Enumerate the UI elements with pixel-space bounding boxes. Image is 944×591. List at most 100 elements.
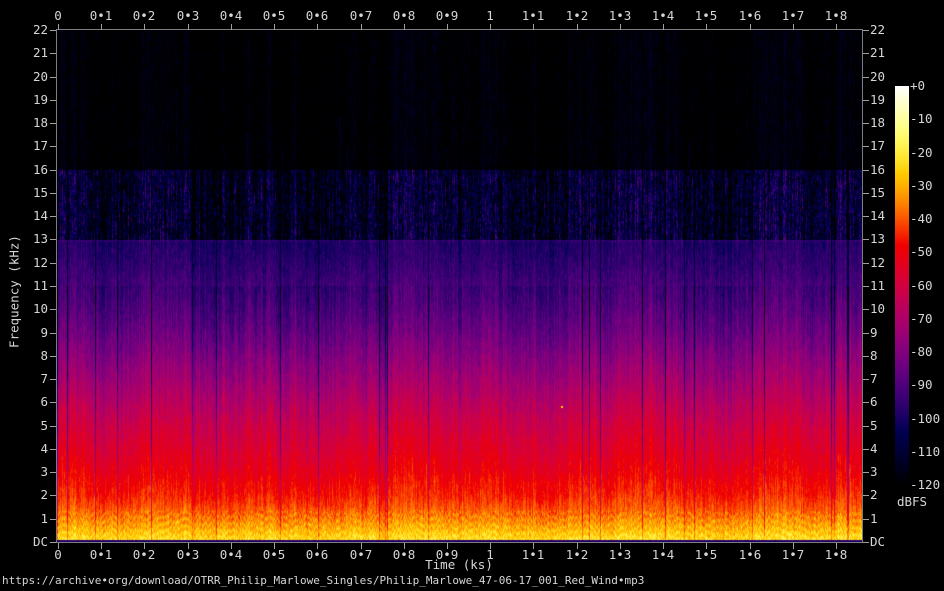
y-tick-label-left: 2	[40, 487, 48, 502]
x-tick-top	[663, 24, 664, 30]
colorbar-tick-label: -60	[910, 278, 933, 293]
colorbar-tick-label: -110	[910, 444, 941, 459]
x-tick-top	[361, 24, 362, 30]
x-tick-label-top: 1•1	[521, 8, 545, 23]
y-tick-label-right: DC	[870, 534, 886, 549]
y-tick-left	[50, 216, 56, 217]
y-tick-label-right: 8	[870, 348, 878, 363]
y-tick-left	[50, 356, 56, 357]
y-tick-left	[50, 53, 56, 54]
y-tick-right	[863, 519, 869, 520]
y-tick-label-left: 19	[32, 92, 48, 107]
x-tick-top	[620, 24, 621, 30]
y-tick-label-left: 4	[40, 441, 48, 456]
y-tick-label-right: 16	[870, 162, 886, 177]
x-tick-label-bottom: 1•8	[824, 547, 848, 562]
y-tick-left	[50, 402, 56, 403]
x-tick-label-top: 1•7	[781, 8, 805, 23]
x-tick-label-bottom: 0•7	[349, 547, 373, 562]
x-tick-label-bottom: 0•6	[305, 547, 329, 562]
source-url: https://archive•org/download/OTRR_Philip…	[2, 574, 645, 587]
y-tick-right	[863, 426, 869, 427]
x-tick-label-top: 1•5	[694, 8, 718, 23]
x-tick-label-top: 1•2	[565, 8, 589, 23]
y-tick-left	[50, 100, 56, 101]
x-tick-label-bottom: 1•4	[651, 547, 675, 562]
y-tick-label-left: 22	[32, 22, 48, 37]
y-tick-label-right: 21	[870, 45, 886, 60]
y-tick-label-right: 15	[870, 185, 886, 200]
y-tick-left	[50, 333, 56, 334]
y-tick-left	[50, 519, 56, 520]
x-axis-title: Time (ks)	[425, 557, 493, 572]
colorbar	[895, 86, 909, 485]
x-tick-label-top: 1	[486, 8, 494, 23]
colorbar-tick-label: -70	[910, 311, 933, 326]
y-tick-left	[50, 472, 56, 473]
y-tick-label-right: 19	[870, 92, 886, 107]
y-tick-label-right: 2	[870, 487, 878, 502]
colorbar-tick-label: -90	[910, 377, 933, 392]
colorbar-tick-label: -50	[910, 244, 933, 259]
y-tick-label-left: DC	[32, 534, 48, 549]
y-tick-label-left: 15	[32, 185, 48, 200]
x-tick-top	[231, 24, 232, 30]
x-tick-label-top: 0•1	[89, 8, 113, 23]
y-tick-label-left: 5	[40, 418, 48, 433]
y-tick-label-right: 13	[870, 231, 886, 246]
x-tick-label-top: 1•3	[608, 8, 632, 23]
y-tick-label-right: 9	[870, 325, 878, 340]
y-tick-left	[50, 449, 56, 450]
colorbar-tick-label: -80	[910, 344, 933, 359]
y-tick-left	[50, 146, 56, 147]
y-tick-label-left: 3	[40, 464, 48, 479]
colorbar-title: dBFS	[896, 494, 928, 509]
y-tick-right	[863, 286, 869, 287]
x-tick-top	[317, 24, 318, 30]
y-tick-right	[863, 216, 869, 217]
y-tick-left	[50, 379, 56, 380]
x-tick-label-bottom: 0•2	[132, 547, 156, 562]
y-tick-right	[863, 356, 869, 357]
y-tick-right	[863, 100, 869, 101]
x-tick-label-top: 0•5	[262, 8, 286, 23]
y-tick-right	[863, 170, 869, 171]
y-tick-left	[50, 542, 56, 543]
y-tick-left	[50, 170, 56, 171]
y-axis-title: Frequency (kHz)	[6, 235, 22, 348]
y-tick-right	[863, 30, 869, 31]
y-tick-label-left: 18	[32, 115, 48, 130]
x-tick-top	[58, 24, 59, 30]
y-tick-right	[863, 402, 869, 403]
plot-frame	[56, 29, 863, 543]
x-tick-label-bottom: 0•3	[176, 547, 200, 562]
x-tick-label-top: 1•4	[651, 8, 675, 23]
y-tick-label-right: 4	[870, 441, 878, 456]
y-tick-label-left: 20	[32, 69, 48, 84]
x-tick-top	[533, 24, 534, 30]
y-tick-left	[50, 263, 56, 264]
y-tick-right	[863, 239, 869, 240]
x-tick-top	[836, 24, 837, 30]
y-tick-label-right: 12	[870, 255, 886, 270]
y-tick-label-right: 17	[870, 138, 886, 153]
spectrogram-canvas	[57, 30, 862, 542]
y-tick-right	[863, 542, 869, 543]
y-tick-label-right: 5	[870, 418, 878, 433]
y-tick-label-left: 17	[32, 138, 48, 153]
x-tick-label-bottom: 0•4	[219, 547, 243, 562]
y-tick-label-right: 1	[870, 511, 878, 526]
y-tick-label-left: 14	[32, 208, 48, 223]
y-tick-right	[863, 77, 869, 78]
y-tick-right	[863, 472, 869, 473]
y-tick-left	[50, 495, 56, 496]
y-tick-left	[50, 239, 56, 240]
x-tick-label-bottom: 1•2	[565, 547, 589, 562]
x-tick-label-top: 1•6	[738, 8, 762, 23]
y-tick-label-right: 3	[870, 464, 878, 479]
y-tick-label-right: 7	[870, 371, 878, 386]
y-tick-label-right: 18	[870, 115, 886, 130]
x-tick-top	[274, 24, 275, 30]
x-tick-top	[577, 24, 578, 30]
x-tick-top	[101, 24, 102, 30]
